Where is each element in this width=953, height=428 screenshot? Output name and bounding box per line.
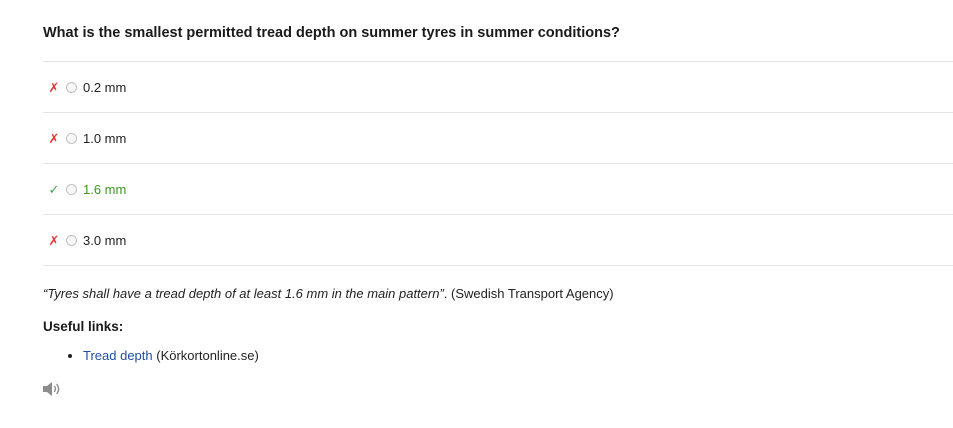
option-label: 1.6 mm — [83, 181, 127, 197]
option-label: 3.0 mm — [83, 232, 127, 248]
answer-option-correct[interactable]: ✓ 1.6 mm — [43, 163, 953, 214]
answer-option[interactable]: ✗ 3.0 mm — [43, 214, 953, 266]
useful-links-list: Tread depth (Körkortonline.se) — [43, 348, 259, 363]
answer-options: ✗ 0.2 mm ✗ 1.0 mm ✓ 1.6 mm ✗ 3.0 mm — [43, 61, 953, 266]
option-label: 0.2 mm — [83, 79, 127, 95]
option-label: 1.0 mm — [83, 130, 127, 146]
answer-option[interactable]: ✗ 1.0 mm — [43, 112, 953, 163]
radio-button[interactable] — [66, 81, 77, 93]
list-item: Tread depth (Körkortonline.se) — [83, 348, 259, 363]
link-source: (Körkortonline.se) — [152, 348, 259, 363]
radio-button[interactable] — [66, 183, 77, 195]
explanation-text: “Tyres shall have a tread depth of at le… — [43, 286, 614, 301]
radio-button[interactable] — [66, 234, 77, 246]
cross-icon: ✗ — [48, 130, 60, 146]
explanation-quote: “Tyres shall have a tread depth of at le… — [43, 286, 444, 301]
useful-links-heading: Useful links: — [43, 319, 124, 334]
speaker-icon[interactable] — [42, 381, 62, 397]
answer-option[interactable]: ✗ 0.2 mm — [43, 61, 953, 112]
cross-icon: ✗ — [48, 232, 60, 248]
radio-button[interactable] — [66, 132, 77, 144]
cross-icon: ✗ — [48, 79, 60, 95]
question-text: What is the smallest permitted tread dep… — [43, 25, 620, 41]
check-icon: ✓ — [48, 181, 60, 197]
explanation-source: . (Swedish Transport Agency) — [443, 286, 614, 301]
tread-depth-link[interactable]: Tread depth — [83, 348, 153, 363]
